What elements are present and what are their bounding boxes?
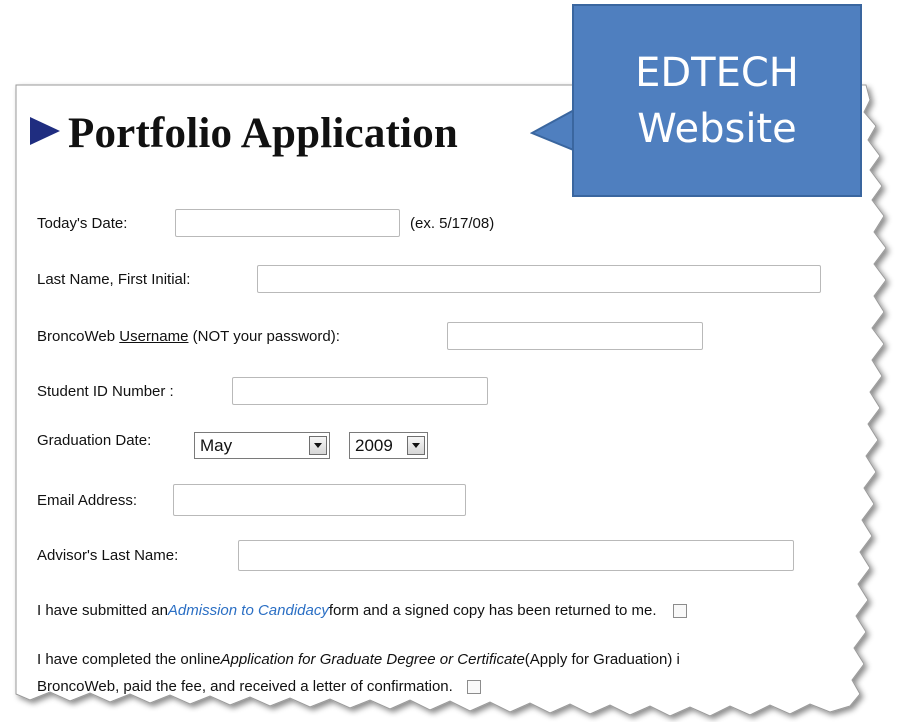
email-input[interactable] [173, 484, 466, 516]
row-student-id: Student ID Number : [37, 377, 488, 405]
grad-app-line2: BroncoWeb, paid the fee, and received a … [37, 678, 453, 695]
callout-text: EDTECH Website [635, 45, 799, 157]
student-id-label: Student ID Number : [37, 382, 174, 400]
row-last-name: Last Name, First Initial: [37, 265, 821, 293]
row-graduation-date: Graduation Date: [37, 432, 151, 449]
row-username: BroncoWeb Username (NOT your password): [37, 322, 703, 350]
row-email: Email Address: [37, 484, 466, 516]
page-title: Portfolio Application [30, 103, 458, 163]
email-label: Email Address: [37, 491, 138, 509]
row-todays-date: Today's Date: (ex. 5/17/08) [37, 209, 494, 237]
callout-line1: EDTECH [635, 49, 799, 96]
edtech-callout: EDTECH Website [572, 4, 862, 197]
graduation-month-value: May [200, 435, 233, 455]
graduation-year-value: 2009 [355, 435, 393, 455]
last-name-label: Last Name, First Initial: [37, 270, 191, 288]
grad-app-text-before: I have completed the online [37, 651, 221, 668]
todays-date-input[interactable] [175, 209, 400, 237]
admission-candidacy-link[interactable]: Admission to Candidacy [168, 602, 329, 619]
username-input[interactable] [447, 322, 703, 350]
row-graduation-application-line1: I have completed the online Application … [37, 651, 680, 668]
graduation-year-select[interactable]: 2009 [349, 432, 428, 459]
username-label-underlined: Username [119, 327, 189, 345]
grad-app-italic-title: Application for Graduate Degree or Certi… [220, 651, 525, 668]
row-graduation-application-line2: BroncoWeb, paid the fee, and received a … [37, 678, 481, 695]
last-name-input[interactable] [257, 265, 821, 293]
username-label: BroncoWeb Username (NOT your password): [37, 328, 447, 345]
todays-date-hint: (ex. 5/17/08) [410, 214, 495, 232]
graduation-date-label: Graduation Date: [37, 432, 152, 449]
admission-checkbox[interactable] [672, 603, 687, 618]
row-admission: I have submitted an Admission to Candida… [37, 602, 687, 619]
student-id-input[interactable] [232, 377, 488, 405]
callout-line2: Website [637, 105, 797, 152]
username-label-prefix: BroncoWeb [37, 327, 120, 345]
advisor-input[interactable] [238, 540, 794, 571]
row-advisor: Advisor's Last Name: [37, 540, 794, 571]
year-dropdown-icon[interactable] [407, 436, 425, 455]
username-label-suffix: (NOT your password): [188, 327, 340, 345]
month-dropdown-icon[interactable] [309, 436, 327, 455]
page-title-text: Portfolio Application [68, 109, 459, 157]
admission-text-after: form and a signed copy has been returned… [328, 602, 657, 619]
graduation-month-select[interactable]: May [194, 432, 330, 459]
advisor-label: Advisor's Last Name: [37, 547, 179, 564]
grad-app-text-after: (Apply for Graduation) i [524, 651, 680, 668]
title-arrow-icon [30, 117, 60, 145]
admission-text-before: I have submitted an [37, 602, 168, 619]
todays-date-label: Today's Date: [37, 214, 128, 232]
graduation-application-checkbox[interactable] [466, 679, 481, 694]
callout-pointer [530, 107, 578, 153]
